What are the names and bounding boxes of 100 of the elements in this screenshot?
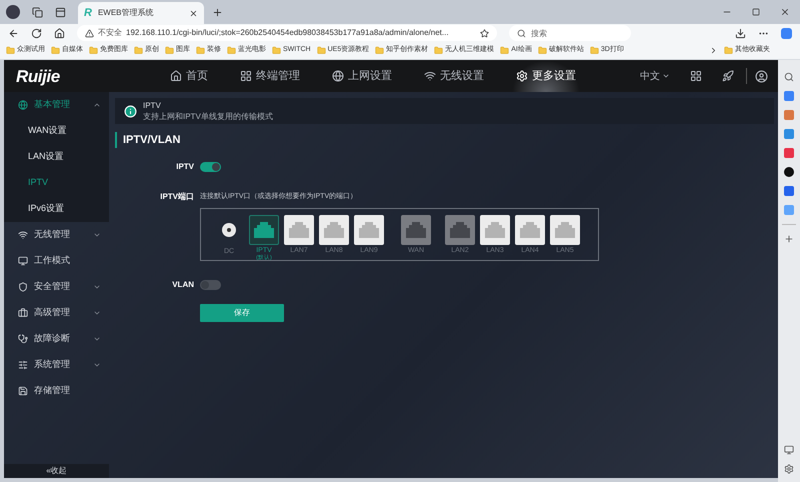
warning-icon bbox=[85, 28, 94, 38]
monitor-icon[interactable] bbox=[784, 445, 794, 455]
shield-icon bbox=[18, 282, 28, 292]
chevron-down-icon bbox=[93, 231, 101, 239]
sidebar-item[interactable]: LAN设置 bbox=[4, 144, 109, 170]
site-logo: R bbox=[84, 8, 92, 18]
sidebar-group[interactable]: 无线管理 bbox=[4, 222, 109, 248]
info-icon bbox=[124, 104, 137, 118]
tab-actions-icon[interactable] bbox=[55, 6, 66, 18]
new-tab-icon[interactable] bbox=[212, 6, 223, 18]
folder-icon bbox=[89, 46, 98, 55]
sidebar-group[interactable]: 基本管理 bbox=[4, 92, 109, 118]
url-text: 192.168.110.1/cgi-bin/luci/;stok=260b2540454edb98038453b177a91a8a/admin/alone/net... bbox=[126, 27, 450, 39]
chevron-up-icon bbox=[93, 101, 101, 109]
add-icon[interactable] bbox=[784, 234, 794, 244]
search-icon bbox=[517, 28, 526, 38]
folder-icon bbox=[590, 46, 599, 55]
grid-icon bbox=[240, 70, 252, 82]
ethernet-port-icon bbox=[254, 222, 274, 238]
gear-icon bbox=[516, 70, 528, 82]
chevron-down-icon bbox=[93, 335, 101, 343]
search-field[interactable]: 搜索 bbox=[509, 25, 631, 41]
field-label: IPTV bbox=[175, 161, 195, 173]
home-icon bbox=[170, 70, 182, 82]
ethernet-port-icon bbox=[450, 222, 470, 238]
folder-icon bbox=[316, 46, 326, 55]
nav-tab[interactable]: 首页 bbox=[166, 60, 212, 92]
sidebar-item[interactable]: IPTV bbox=[4, 170, 109, 196]
iptv-toggle[interactable] bbox=[200, 162, 221, 172]
settings-icon[interactable] bbox=[784, 464, 794, 474]
ethernet-port-icon bbox=[485, 222, 505, 238]
nav-tab[interactable]: 更多设置 bbox=[512, 60, 580, 92]
wifi-icon bbox=[18, 230, 28, 240]
folder-icon bbox=[196, 46, 205, 55]
user-icon[interactable] bbox=[755, 70, 768, 82]
monitor-icon bbox=[18, 256, 28, 266]
folder-icon bbox=[375, 46, 384, 55]
chevron-down-icon bbox=[93, 309, 101, 317]
folder-icon bbox=[51, 46, 60, 55]
back-icon[interactable] bbox=[8, 28, 19, 38]
folder-icon bbox=[165, 46, 174, 55]
dc-jack-icon bbox=[222, 223, 236, 237]
ethernet-port-icon bbox=[406, 222, 426, 238]
ethernet-port-icon bbox=[289, 222, 309, 238]
ethernet-port-icon bbox=[520, 222, 540, 238]
info-title: IPTV bbox=[143, 100, 162, 111]
more-bookmarks-icon[interactable] bbox=[709, 46, 718, 55]
save-icon bbox=[18, 386, 28, 396]
sidebar-group[interactable]: 故障诊断 bbox=[4, 326, 109, 352]
download-icon[interactable] bbox=[735, 28, 746, 38]
sidebar-group[interactable]: 安全管理 bbox=[4, 274, 109, 300]
ethernet-port-icon bbox=[555, 222, 575, 238]
sidebar-group[interactable]: 工作模式 bbox=[4, 248, 109, 274]
close-tab-icon[interactable] bbox=[189, 8, 198, 18]
folder-icon bbox=[724, 46, 733, 55]
port-button[interactable] bbox=[249, 215, 279, 245]
stethoscope-icon bbox=[18, 334, 28, 344]
collapse-button[interactable]: «收起 bbox=[4, 464, 109, 478]
briefcase-icon bbox=[18, 308, 28, 318]
profile-avatar[interactable] bbox=[6, 5, 20, 19]
close-window-icon[interactable] bbox=[780, 7, 790, 17]
address-bar[interactable]: 不安全 192.168.110.1/cgi-bin/luci/;stok=260b2540454edb98038453b177a91a8a/admin/alone/net... bbox=[77, 25, 497, 41]
folder-icon bbox=[272, 46, 281, 55]
folder-icon bbox=[134, 46, 143, 55]
field-label: IPTV端口 bbox=[159, 191, 195, 203]
field-label: VLAN bbox=[171, 279, 195, 291]
nav-tab[interactable]: 上网设置 bbox=[328, 60, 396, 92]
folder-icon bbox=[434, 46, 444, 55]
chevron-down-icon bbox=[93, 361, 101, 369]
info-text: 支持上网和IPTV单线复用的传输模式 bbox=[143, 111, 273, 122]
vlan-toggle[interactable] bbox=[200, 280, 221, 290]
reload-icon[interactable] bbox=[31, 28, 42, 38]
folder-icon bbox=[538, 46, 547, 55]
chevron-down-icon bbox=[93, 283, 101, 291]
sidebar-group[interactable]: 系统管理 bbox=[4, 352, 109, 378]
ethernet-port-icon bbox=[324, 222, 344, 238]
globe-icon bbox=[18, 100, 28, 110]
rocket-icon[interactable] bbox=[722, 70, 734, 82]
sidebar-group[interactable]: 存储管理 bbox=[4, 378, 109, 404]
favorite-icon[interactable] bbox=[480, 28, 489, 38]
sidebar-item[interactable]: WAN设置 bbox=[4, 118, 109, 144]
brand-logo: Ruijie bbox=[16, 68, 60, 84]
sidebar-group[interactable]: 高级管理 bbox=[4, 300, 109, 326]
maximize-icon[interactable] bbox=[752, 8, 760, 16]
folder-icon bbox=[227, 46, 236, 55]
search-icon[interactable] bbox=[784, 72, 794, 82]
sliders-icon bbox=[18, 360, 28, 370]
nav-tab[interactable]: 无线设置 bbox=[420, 60, 488, 92]
section-title: IPTV/VLAN bbox=[123, 132, 180, 148]
tab-title: EWEB管理系统 bbox=[98, 7, 155, 19]
home-icon[interactable] bbox=[54, 28, 65, 38]
globe-icon bbox=[332, 70, 344, 82]
security-label: 不安全 bbox=[98, 27, 122, 39]
workspaces-icon[interactable] bbox=[32, 6, 43, 18]
browser-tab[interactable]: R EWEB管理系统 bbox=[78, 2, 204, 24]
language-select[interactable]: 中文 bbox=[640, 68, 670, 84]
nav-tab[interactable]: 终端管理 bbox=[236, 60, 304, 92]
caret-icon bbox=[662, 72, 670, 80]
folder-icon bbox=[500, 46, 510, 55]
sidebar-item[interactable]: IPv6设置 bbox=[4, 196, 109, 222]
